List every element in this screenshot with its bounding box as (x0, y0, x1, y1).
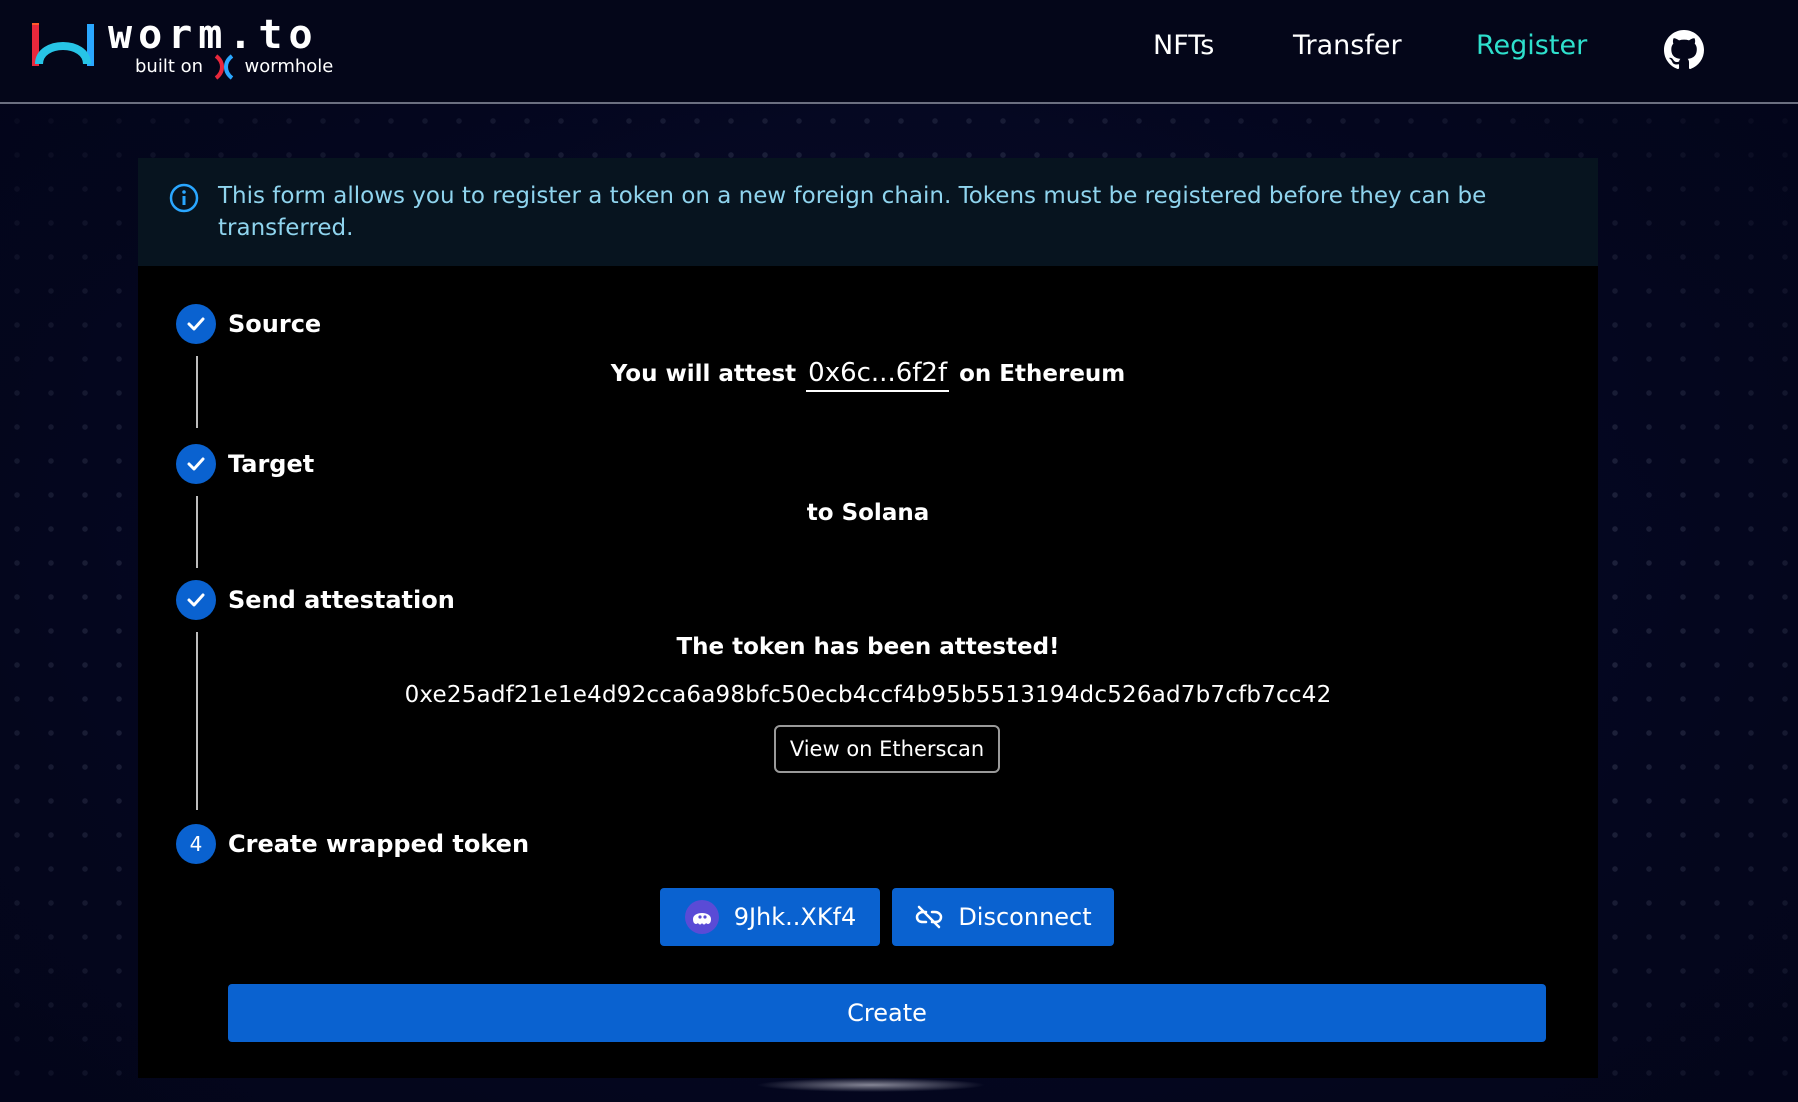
info-icon (169, 183, 199, 213)
github-icon[interactable] (1664, 30, 1704, 70)
check-icon (187, 317, 205, 331)
source-prefix: You will attest (610, 361, 797, 387)
top-navbar: worm.to built on wormhole NFTs Transfer … (0, 0, 1798, 104)
check-icon (187, 593, 205, 607)
source-suffix: on Ethereum (959, 361, 1126, 387)
logo-wordmark: worm.to (108, 12, 319, 58)
wallet-address-button[interactable]: 9Jhk..XKf4 (660, 888, 880, 946)
step-source-label[interactable]: Source (228, 310, 321, 338)
wormhole-logo-icon (214, 54, 234, 80)
worm-logo-icon (32, 23, 94, 66)
step-2-complete-icon (176, 444, 216, 484)
decorative-glow (756, 1078, 986, 1092)
phantom-wallet-icon (684, 899, 720, 935)
source-summary: You will attest 0x6c...6f2f on Ethereum (138, 358, 1598, 392)
create-button[interactable]: Create (228, 984, 1546, 1042)
logo-subtitle-prefix: built on (135, 56, 204, 77)
info-alert: This form allows you to register a token… (138, 158, 1598, 266)
token-address-link[interactable]: 0x6c...6f2f (806, 358, 950, 392)
check-icon (187, 457, 205, 471)
transaction-hash: 0xe25adf21e1e4d92cca6a98bfc50ecb4ccf4b95… (404, 682, 1332, 708)
wallet-address: 9Jhk..XKf4 (733, 903, 857, 931)
disconnect-button[interactable]: Disconnect (892, 888, 1114, 946)
nav-nfts[interactable]: NFTs (1153, 30, 1214, 61)
app-root: worm.to built on wormhole NFTs Transfer … (0, 0, 1798, 1102)
step-target-label[interactable]: Target (228, 450, 314, 478)
logo-subtitle-brand: wormhole (244, 56, 334, 77)
register-card: This form allows you to register a token… (138, 158, 1598, 1078)
disconnect-label: Disconnect (958, 903, 1092, 931)
step-create-wrapped-token-label[interactable]: Create wrapped token (228, 830, 529, 858)
alert-message: This form allows you to register a token… (218, 183, 1487, 241)
step-3-complete-icon (176, 580, 216, 620)
step-send-attestation-label[interactable]: Send attestation (228, 586, 455, 614)
unlink-icon (914, 902, 944, 932)
logo[interactable]: worm.to built on wormhole (30, 12, 360, 84)
step-1-complete-icon (176, 304, 216, 344)
nav-transfer[interactable]: Transfer (1293, 30, 1402, 61)
step-4-number: 4 (176, 824, 216, 864)
attestation-status: The token has been attested! (676, 634, 1060, 660)
target-summary: to Solana (806, 500, 930, 526)
logo-subtitle: built on wormhole (135, 54, 333, 80)
nav-register[interactable]: Register (1476, 30, 1587, 61)
view-on-etherscan-button[interactable]: View on Etherscan (774, 725, 1000, 773)
